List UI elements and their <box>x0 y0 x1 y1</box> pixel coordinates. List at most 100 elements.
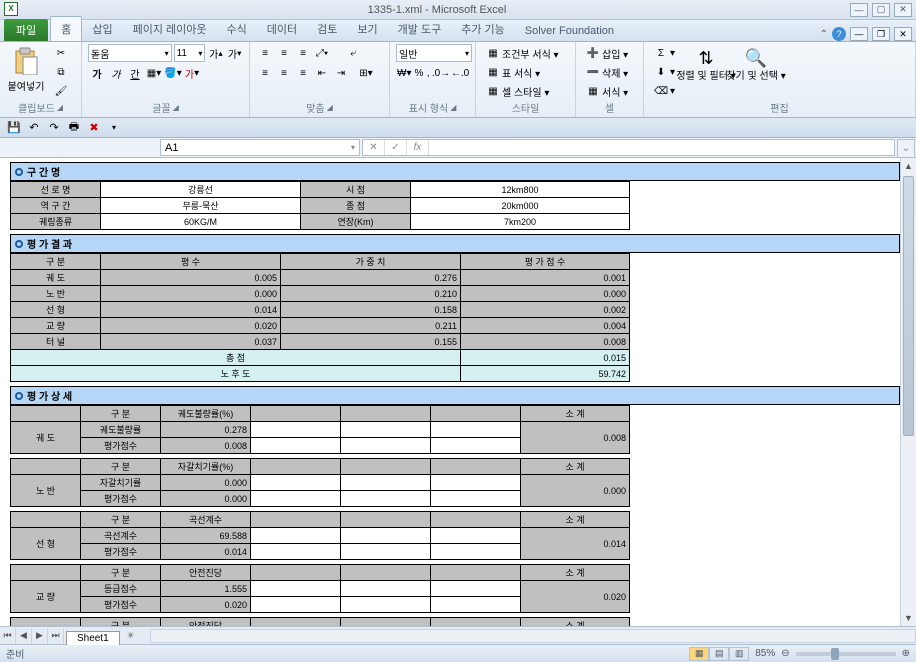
sort-filter-button[interactable]: ⇅ 정렬 및 필터 ▾ <box>683 44 729 100</box>
cell[interactable] <box>341 475 431 491</box>
tab-addins[interactable]: 추가 기능 <box>451 17 515 41</box>
cell[interactable]: 가 중 치 <box>281 254 461 270</box>
prev-sheet-button[interactable]: ◀ <box>16 628 32 644</box>
decrease-indent-button[interactable]: ⇤ <box>313 64 331 82</box>
cell[interactable]: 무릉-묵산 <box>101 198 301 214</box>
cell[interactable]: 등급점수 <box>81 581 161 597</box>
cell[interactable]: 0.014 <box>161 544 251 560</box>
cell[interactable]: 교 량 <box>11 581 81 613</box>
cell[interactable] <box>251 528 341 544</box>
cell[interactable] <box>431 491 521 507</box>
cell[interactable]: 총 점 <box>11 350 461 366</box>
cell[interactable]: 자갈치기률 <box>81 475 161 491</box>
cell[interactable] <box>431 618 521 627</box>
cell[interactable]: 0.020 <box>521 581 630 613</box>
maximize-button[interactable]: ▢ <box>872 3 890 17</box>
cell[interactable] <box>431 422 521 438</box>
autosum-button[interactable]: Σ▾ <box>650 44 679 62</box>
cell[interactable]: 평 수 <box>101 254 281 270</box>
cell[interactable]: 0.015 <box>461 350 630 366</box>
cell[interactable]: 선 로 명 <box>11 182 101 198</box>
cell[interactable]: 0.008 <box>521 422 630 454</box>
new-sheet-button[interactable]: ✴ <box>122 629 140 643</box>
cell[interactable] <box>341 565 431 581</box>
cell[interactable] <box>341 544 431 560</box>
workbook-minimize-button[interactable]: — <box>850 27 868 41</box>
cell[interactable]: 노 후 도 <box>11 366 461 382</box>
find-select-button[interactable]: 🔍 찾기 및 선택 ▾ <box>733 44 779 100</box>
increase-font-button[interactable]: 가▴ <box>207 44 224 62</box>
cell[interactable]: 곡선계수 <box>161 512 251 528</box>
cell[interactable]: 선 형 <box>11 528 81 560</box>
cell[interactable]: 안전진당 <box>161 618 251 627</box>
italic-button[interactable]: 가 <box>107 64 125 82</box>
cell[interactable]: 0.000 <box>161 475 251 491</box>
cell[interactable]: 0.000 <box>101 286 281 302</box>
number-launcher[interactable]: ◢ <box>450 103 456 112</box>
cell[interactable]: 0.211 <box>281 318 461 334</box>
cell[interactable]: 59.742 <box>461 366 630 382</box>
conditional-format-button[interactable]: ▦조건부 서식 ▾ <box>482 44 563 62</box>
cell[interactable] <box>341 581 431 597</box>
cell[interactable]: 노 반 <box>11 286 101 302</box>
enter-formula-button[interactable]: ✓ <box>385 140 407 155</box>
cell[interactable] <box>11 618 81 627</box>
cell[interactable] <box>431 512 521 528</box>
font-size-combo[interactable]: 11▾ <box>174 44 206 62</box>
expand-formula-bar-button[interactable]: ⌄ <box>897 139 915 158</box>
cell[interactable] <box>431 581 521 597</box>
cell[interactable]: 소 계 <box>521 406 630 422</box>
format-cells-button[interactable]: ▦서식 ▾ <box>582 82 632 100</box>
cell[interactable] <box>341 528 431 544</box>
copy-button[interactable]: ⧉ <box>50 63 72 81</box>
cell[interactable]: 0.005 <box>101 270 281 286</box>
cell[interactable]: 시 점 <box>301 182 411 198</box>
cut-button[interactable]: ✂ <box>50 44 72 62</box>
cell[interactable]: 궤 도 <box>11 422 81 454</box>
cell[interactable] <box>341 512 431 528</box>
cell[interactable] <box>431 544 521 560</box>
tab-solver[interactable]: Solver Foundation <box>515 21 624 41</box>
cell[interactable]: 0.158 <box>281 302 461 318</box>
cell[interactable]: 구 분 <box>81 459 161 475</box>
cell[interactable]: 평가점수 <box>81 597 161 613</box>
format-painter-button[interactable]: 🖌 <box>50 82 72 100</box>
cell[interactable] <box>251 475 341 491</box>
cell[interactable]: 0.008 <box>461 334 630 350</box>
cell[interactable] <box>251 512 341 528</box>
align-top-button[interactable]: ≡ <box>256 44 274 62</box>
tab-data[interactable]: 데이터 <box>257 17 307 41</box>
delete-cells-button[interactable]: ➖삭제 ▾ <box>582 63 632 81</box>
cell[interactable]: 12km800 <box>411 182 630 198</box>
zoom-slider[interactable] <box>796 652 896 656</box>
cell[interactable] <box>251 581 341 597</box>
percent-button[interactable]: % <box>413 64 424 82</box>
bold-button[interactable]: 가 <box>88 64 106 82</box>
cell[interactable] <box>251 618 341 627</box>
cell[interactable] <box>431 459 521 475</box>
align-center-button[interactable]: ≡ <box>275 64 293 82</box>
cell[interactable]: 0.000 <box>521 475 630 507</box>
workbook-close-button[interactable]: ✕ <box>894 27 912 41</box>
cell[interactable] <box>251 459 341 475</box>
cell[interactable]: 강릉선 <box>101 182 301 198</box>
cell[interactable] <box>431 565 521 581</box>
tab-page-layout[interactable]: 페이지 레이아웃 <box>123 17 217 41</box>
last-sheet-button[interactable]: ⏭ <box>48 628 64 644</box>
redo-button[interactable]: ↷ <box>46 120 62 136</box>
cell[interactable] <box>431 475 521 491</box>
cell[interactable]: 0.278 <box>161 422 251 438</box>
cell[interactable]: 구 분 <box>11 254 101 270</box>
clear-button[interactable]: ⌫▾ <box>650 82 679 100</box>
cell[interactable]: 0.020 <box>161 597 251 613</box>
align-bottom-button[interactable]: ≡ <box>294 44 312 62</box>
cell[interactable]: 곡선계수 <box>81 528 161 544</box>
cell[interactable]: 궤도불량률 <box>81 422 161 438</box>
cell[interactable]: 평가점수 <box>81 544 161 560</box>
cell[interactable] <box>11 512 81 528</box>
tab-view[interactable]: 보기 <box>347 17 387 41</box>
cell[interactable]: 60KG/M <box>101 214 301 230</box>
cell[interactable]: 0.002 <box>461 302 630 318</box>
align-left-button[interactable]: ≡ <box>256 64 274 82</box>
cell[interactable]: 0.000 <box>461 286 630 302</box>
